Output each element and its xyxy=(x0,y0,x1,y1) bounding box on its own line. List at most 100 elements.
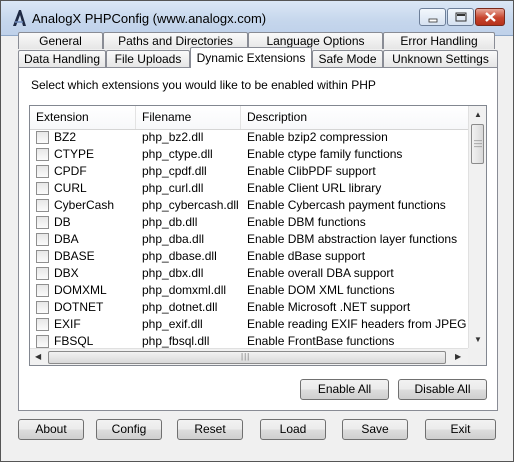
instruction-text: Select which extensions you would like t… xyxy=(31,78,376,92)
list-item[interactable]: DOMXML php_domxml.dll Enable DOM XML funct… xyxy=(30,282,468,299)
extension-name: DOMXML xyxy=(54,283,107,297)
extension-checkbox[interactable] xyxy=(36,233,49,246)
extension-description: Enable ctype family functions xyxy=(247,147,403,161)
tab-data-handling[interactable]: Data Handling xyxy=(18,50,106,67)
extension-checkbox[interactable] xyxy=(36,267,49,280)
maximize-icon xyxy=(455,12,467,22)
load-button[interactable]: Load xyxy=(260,419,326,440)
extension-checkbox[interactable] xyxy=(36,165,49,178)
grip-icon: ||| xyxy=(241,352,251,361)
maximize-button[interactable] xyxy=(447,8,474,26)
tab-safe-mode[interactable]: Safe Mode xyxy=(312,50,383,67)
tab-label: Paths and Directories xyxy=(118,34,233,48)
extension-name: BZ2 xyxy=(54,130,77,144)
extension-checkbox[interactable] xyxy=(36,250,49,263)
vertical-scroll-thumb[interactable]: — — — xyxy=(471,124,484,164)
list-rows: BZ2 php_bz2.dll Enable bzip2 compression CT… xyxy=(30,129,468,350)
extension-filename: php_ctype.dll xyxy=(142,147,213,161)
extensions-list[interactable]: Extension Filename Description BZ2 php_bz… xyxy=(29,105,487,366)
extension-name: DOTNET xyxy=(54,300,104,314)
tab-file-uploads[interactable]: File Uploads xyxy=(106,50,190,67)
tab-label: Dynamic Extensions xyxy=(196,51,306,65)
tab-unknown-settings[interactable]: Unknown Settings xyxy=(383,50,498,67)
extension-name: CyberCash xyxy=(54,198,115,212)
close-icon xyxy=(485,12,496,22)
extension-name: CURL xyxy=(54,181,87,195)
extension-name: CTYPE xyxy=(54,147,95,161)
extension-filename: php_cpdf.dll xyxy=(142,164,207,178)
list-item[interactable]: DBA php_dba.dll Enable DBM abstraction lay… xyxy=(30,231,468,248)
vertical-scrollbar[interactable]: ▲ — — — ▼ xyxy=(468,106,486,348)
scroll-left-icon[interactable]: ◀ xyxy=(35,352,41,361)
list-header: Extension Filename Description xyxy=(30,106,468,130)
extension-filename: php_exif.dll xyxy=(142,317,203,331)
scroll-corner xyxy=(468,348,486,365)
extension-name: DB xyxy=(54,215,71,229)
tab-error-handling[interactable]: Error Handling xyxy=(383,32,495,49)
extension-filename: php_bz2.dll xyxy=(142,130,204,144)
list-item[interactable]: DBASE php_dbase.dll Enable dBase support xyxy=(30,248,468,265)
dynamic-extensions-panel: Select which extensions you would like t… xyxy=(18,67,498,411)
enable-all-button[interactable]: Enable All xyxy=(300,379,389,400)
list-item[interactable]: CyberCash php_cybercash.dll Enable Cyberca… xyxy=(30,197,468,214)
config-button[interactable]: Config xyxy=(96,419,162,440)
list-item[interactable]: EXIF php_exif.dll Enable reading EXIF head… xyxy=(30,316,468,333)
extension-name: DBA xyxy=(54,232,79,246)
extension-checkbox[interactable] xyxy=(36,131,49,144)
extension-description: Enable dBase support xyxy=(247,249,366,263)
extension-filename: php_domxml.dll xyxy=(142,283,227,297)
extension-name: DBASE xyxy=(54,249,95,263)
extension-checkbox[interactable] xyxy=(36,335,49,348)
disable-all-button[interactable]: Disable All xyxy=(398,379,487,400)
horizontal-scroll-thumb[interactable]: ||| xyxy=(48,351,446,364)
tab-label: Data Handling xyxy=(23,52,101,66)
scroll-down-icon[interactable]: ▼ xyxy=(474,335,482,344)
extension-description: Enable DOM XML functions xyxy=(247,283,395,297)
reset-button[interactable]: Reset xyxy=(177,419,243,440)
extension-checkbox[interactable] xyxy=(36,301,49,314)
extension-checkbox[interactable] xyxy=(36,148,49,161)
list-item[interactable]: DB php_db.dll Enable DBM functions xyxy=(30,214,468,231)
extension-filename: php_dotnet.dll xyxy=(142,300,218,314)
horizontal-scrollbar[interactable]: ◀ ||| ▶ xyxy=(30,348,468,365)
list-item[interactable]: DOTNET php_dotnet.dll Enable Microsoft .NE… xyxy=(30,299,468,316)
extension-description: Enable reading EXIF headers from JPEG xyxy=(247,317,467,331)
extension-checkbox[interactable] xyxy=(36,199,49,212)
title-bar[interactable]: AnalogX PHPConfig (www.analogx.com) xyxy=(1,1,513,36)
analogx-app-icon xyxy=(13,10,26,26)
column-header-filename[interactable]: Filename xyxy=(136,106,241,129)
extension-name: EXIF xyxy=(54,317,81,331)
list-item[interactable]: CTYPE php_ctype.dll Enable ctype family fu… xyxy=(30,146,468,163)
extension-description: Enable DBM abstraction layer functions xyxy=(247,232,458,246)
column-header-extension[interactable]: Extension xyxy=(30,106,136,129)
extension-filename: php_curl.dll xyxy=(142,181,204,195)
extension-name: CPDF xyxy=(54,164,87,178)
column-header-description[interactable]: Description xyxy=(241,106,468,129)
save-button[interactable]: Save xyxy=(342,419,408,440)
window-title: AnalogX PHPConfig (www.analogx.com) xyxy=(32,11,267,26)
list-item[interactable]: DBX php_dbx.dll Enable overall DBA support xyxy=(30,265,468,282)
close-button[interactable] xyxy=(475,8,505,26)
extension-checkbox[interactable] xyxy=(36,318,49,331)
list-item[interactable]: CPDF php_cpdf.dll Enable ClibPDF support xyxy=(30,163,468,180)
scroll-right-icon[interactable]: ▶ xyxy=(455,352,461,361)
minimize-icon xyxy=(428,18,438,23)
extension-checkbox[interactable] xyxy=(36,182,49,195)
extension-checkbox[interactable] xyxy=(36,216,49,229)
list-item[interactable]: CURL php_curl.dll Enable Client URL librar… xyxy=(30,180,468,197)
minimize-button[interactable] xyxy=(419,8,446,26)
extension-filename: php_fbsql.dll xyxy=(142,334,210,348)
extension-checkbox[interactable] xyxy=(36,284,49,297)
about-button[interactable]: About xyxy=(18,419,84,440)
tab-general[interactable]: General xyxy=(18,32,103,49)
scroll-up-icon[interactable]: ▲ xyxy=(474,110,482,119)
tab-label: Safe Mode xyxy=(318,52,377,66)
extension-description: Enable Microsoft .NET support xyxy=(247,300,411,314)
extension-name: DBX xyxy=(54,266,79,280)
list-item[interactable]: BZ2 php_bz2.dll Enable bzip2 compression xyxy=(30,129,468,146)
main-window: AnalogX PHPConfig (www.analogx.com) Gene… xyxy=(0,0,514,462)
exit-button[interactable]: Exit xyxy=(425,419,496,440)
extension-description: Enable overall DBA support xyxy=(247,266,394,280)
tab-dynamic-extensions[interactable]: Dynamic Extensions xyxy=(190,47,312,68)
tab-label: Error Handling xyxy=(400,34,478,48)
